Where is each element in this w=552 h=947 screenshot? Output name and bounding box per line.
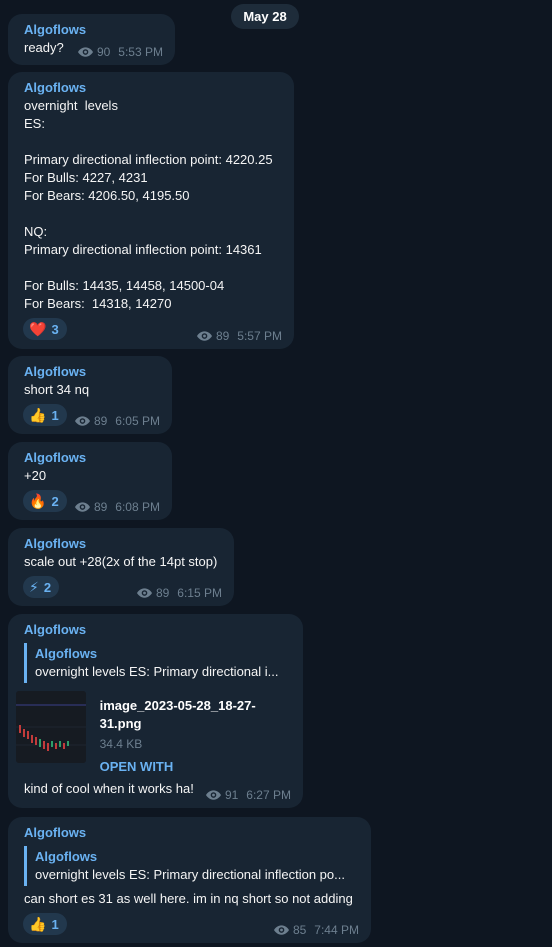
views-icon (196, 331, 212, 341)
views-icon (136, 588, 152, 598)
views-count: 89 (93, 414, 108, 428)
message[interactable]: Algoflows Algoflows overnight levels ES:… (8, 817, 371, 943)
message-meta: 89 5:57 PM (196, 329, 282, 343)
reply-quote[interactable]: Algoflows overnight levels ES: Primary d… (24, 643, 295, 683)
message-meta: 89 6:08 PM (74, 500, 160, 514)
reaction-thumbs-up[interactable]: 👍 1 (23, 404, 67, 426)
quote-author: Algoflows (35, 849, 98, 864)
message[interactable]: Algoflows overnight levels ES: Primary d… (8, 72, 294, 349)
message-text: can short es 31 as well here. im in nq s… (24, 891, 353, 906)
thumbs-up-icon: 👍 (29, 407, 47, 423)
views-count: 91 (224, 788, 239, 802)
file-attachment[interactable]: image_2023-05-28_18-27-31.png 34.4 KB OP… (16, 691, 291, 776)
message-meta: 85 7:44 PM (273, 923, 359, 937)
reply-quote[interactable]: Algoflows overnight levels ES: Primary d… (24, 846, 365, 886)
quote-author: Algoflows (35, 646, 98, 661)
views-count: 85 (292, 923, 307, 937)
views-count: 89 (215, 329, 230, 343)
message-meta: 90 5:53 PM (77, 45, 163, 59)
reaction-lightning[interactable]: ⚡ 2 (23, 576, 60, 598)
message-author[interactable]: Algoflows (24, 79, 282, 97)
date-separator: May 28 (231, 4, 299, 29)
quote-text: overnight levels ES: Primary directional… (35, 867, 345, 882)
message[interactable]: Algoflows scale out +28(2x of the 14pt s… (8, 528, 234, 606)
views-count: 90 (96, 45, 111, 59)
message-time: 6:05 PM (115, 414, 160, 428)
message-author[interactable]: Algoflows (24, 535, 222, 553)
reaction-heart[interactable]: ❤️ 3 (23, 318, 67, 340)
fire-icon: 🔥 (29, 493, 47, 509)
message[interactable]: Algoflows +20 🔥 2 89 6:08 PM (8, 442, 172, 520)
reaction-count: 2 (51, 493, 59, 509)
file-size: 34.4 KB (99, 737, 143, 751)
message-author[interactable]: Algoflows (24, 824, 359, 842)
views-icon (273, 925, 289, 935)
open-with-button[interactable]: OPEN WITH (100, 758, 291, 776)
message-meta: 91 6:27 PM (205, 788, 291, 802)
chart-preview-icon (16, 691, 86, 763)
message-text: short 34 nq (24, 382, 90, 397)
reaction-count: 1 (51, 916, 59, 932)
views-count: 89 (93, 500, 108, 514)
thumbs-up-icon: 👍 (29, 916, 47, 932)
reaction-count: 2 (43, 579, 52, 595)
message[interactable]: Algoflows Algoflows overnight levels ES:… (8, 614, 303, 808)
image-thumbnail[interactable] (16, 691, 86, 763)
heart-icon: ❤️ (29, 321, 47, 337)
quote-text: overnight levels ES: Primary directional… (35, 664, 279, 679)
message-meta: 89 6:05 PM (74, 414, 160, 428)
views-count: 89 (155, 586, 170, 600)
lightning-icon: ⚡ (29, 579, 39, 595)
reaction-count: 1 (51, 407, 59, 423)
message-author[interactable]: Algoflows (24, 21, 163, 39)
message-author[interactable]: Algoflows (24, 621, 291, 639)
message-time: 7:44 PM (314, 923, 359, 937)
message-time: 5:53 PM (118, 45, 163, 59)
reaction-fire[interactable]: 🔥 2 (23, 490, 67, 512)
message-author[interactable]: Algoflows (24, 449, 160, 467)
message-time: 6:27 PM (246, 788, 291, 802)
message-text: +20 (24, 468, 47, 483)
reaction-count: 3 (51, 321, 59, 337)
message-author[interactable]: Algoflows (24, 363, 160, 381)
message-time: 6:08 PM (115, 500, 160, 514)
file-info: image_2023-05-28_18-27-31.png 34.4 KB OP… (100, 691, 291, 776)
message-text: overnight levels ES: Primary directional… (24, 98, 273, 311)
views-icon (205, 790, 221, 800)
message-text: scale out +28(2x of the 14pt stop) (24, 554, 218, 569)
reaction-thumbs-up[interactable]: 👍 1 (23, 913, 67, 935)
message-time: 6:15 PM (177, 586, 222, 600)
views-icon (77, 47, 93, 57)
message-time: 5:57 PM (237, 329, 282, 343)
views-icon (74, 416, 90, 426)
message[interactable]: Algoflows short 34 nq 👍 1 89 6:05 PM (8, 356, 172, 434)
views-icon (74, 502, 90, 512)
file-name[interactable]: image_2023-05-28_18-27-31.png (100, 697, 291, 733)
message[interactable]: Algoflows ready? 90 5:53 PM (8, 14, 175, 65)
message-meta: 89 6:15 PM (136, 586, 222, 600)
